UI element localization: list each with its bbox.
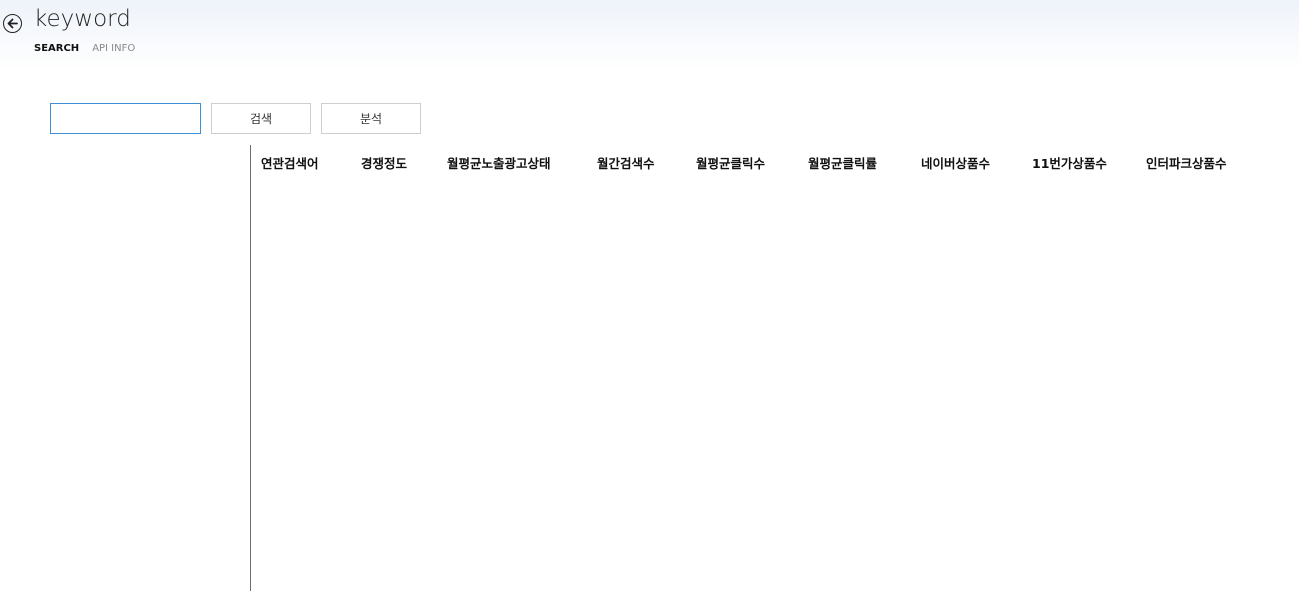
column-header-monthly-clicks[interactable]: 월평균클릭수 [696,153,765,172]
tab-search[interactable]: SEARCH [34,43,79,54]
back-button[interactable] [3,14,22,33]
column-header-interpark-products[interactable]: 인터파크상품수 [1146,153,1227,172]
results-table: 연관검색어 경쟁정도 월평균노출광고상태 월간검색수 월평균클릭수 월평균클릭률… [251,145,1299,591]
column-header-11st-products[interactable]: 11번가상품수 [1032,153,1107,172]
column-header-monthly-ctr[interactable]: 월평균클릭률 [808,153,877,172]
search-button[interactable]: 검색 [211,103,311,134]
left-panel [50,145,250,591]
analyze-button[interactable]: 분석 [321,103,421,134]
column-header-monthly-searches[interactable]: 월간검색수 [597,153,655,172]
column-header-naver-products[interactable]: 네이버상품수 [921,153,990,172]
tab-api-info[interactable]: API INFO [92,43,135,54]
nav-tabs: SEARCH API INFO [34,43,135,54]
column-header-competition[interactable]: 경쟁정도 [361,153,407,172]
page-title: keyword [34,6,131,32]
column-header-ad-exposure-status[interactable]: 월평균노출광고상태 [447,153,551,172]
arrow-left-icon [7,18,18,29]
column-header-related-keyword[interactable]: 연관검색어 [261,153,319,172]
search-input[interactable] [50,103,201,134]
